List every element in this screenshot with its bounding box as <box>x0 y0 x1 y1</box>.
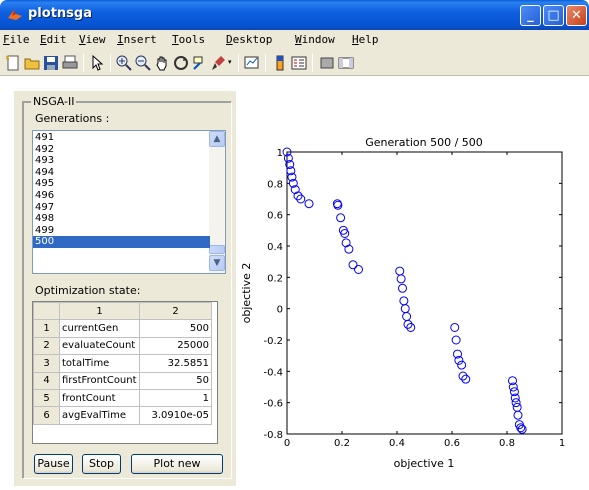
x-tick-label: 1 <box>559 438 565 449</box>
y-tick-label: -0.4 <box>263 367 283 378</box>
x-tick-label: 0.4 <box>389 438 405 449</box>
y-tick-label: 0.4 <box>267 242 283 253</box>
x-tick-label: 0.6 <box>444 438 460 449</box>
x-tick-label: 0 <box>284 438 290 449</box>
x-tick-label: 0.2 <box>334 438 350 449</box>
y-tick-label: 0.6 <box>267 211 283 222</box>
y-tick-label: -0.8 <box>263 430 283 441</box>
x-axis-label: objective 1 <box>394 457 455 470</box>
y-tick-label: 1 <box>277 148 283 159</box>
chart-title: Generation 500 / 500 <box>365 136 483 149</box>
y-tick-label: -0.6 <box>263 399 283 410</box>
plot-axes-box <box>286 151 563 435</box>
x-tick-label: 0.8 <box>499 438 515 449</box>
pareto-front-plot: Generation 500 / 500 objective 1 objecti… <box>240 136 565 470</box>
y-tick-label: 0.8 <box>267 179 283 190</box>
y-tick-label: -0.2 <box>263 336 283 347</box>
y-axis-label: objective 2 <box>240 263 253 324</box>
y-tick-label: 0 <box>277 305 283 316</box>
y-tick-label: 0.2 <box>267 273 283 284</box>
